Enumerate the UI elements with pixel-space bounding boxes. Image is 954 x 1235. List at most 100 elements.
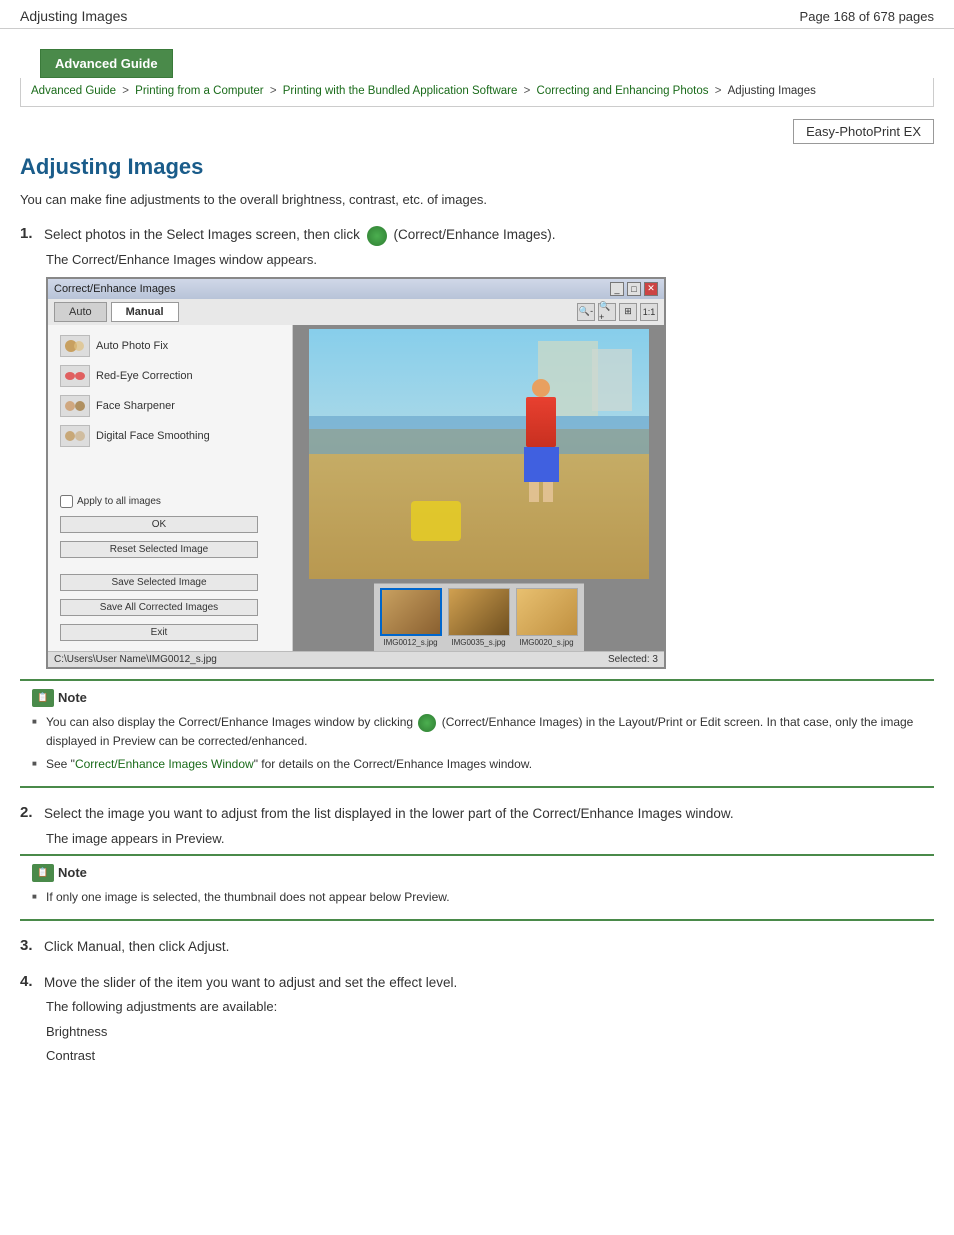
step-1-text: Select photos in the Select Images scree… (44, 225, 556, 245)
win-fit-button[interactable]: ⊞ (619, 303, 637, 321)
win-thumb-1[interactable]: IMG0012_s.jpg (380, 588, 442, 647)
breadcrumb-link-advanced-guide[interactable]: Advanced Guide (31, 85, 116, 97)
win-menu-red-eye[interactable]: Red-Eye Correction (54, 361, 286, 391)
win-maximize-button[interactable]: □ (627, 282, 641, 296)
note-1-item-2: See "Correct/Enhance Images Window" for … (32, 755, 922, 774)
win-apply-all-checkbox-row: Apply to all images (54, 491, 286, 512)
correct-enhance-icon-note (418, 714, 436, 732)
win-save-selected-button[interactable]: Save Selected Image (60, 574, 258, 591)
win-close-button[interactable]: ✕ (644, 282, 658, 296)
win-statusbar: C:\Users\User Name\IMG0012_s.jpg Selecte… (48, 651, 664, 667)
win-menu-auto-photo-fix[interactable]: Auto Photo Fix (54, 331, 286, 361)
win-title: Correct/Enhance Images (54, 283, 176, 295)
win-left-panel: Auto Photo Fix Red-Eye Correction Face S… (48, 325, 293, 651)
step-2-text: Select the image you want to adjust from… (44, 804, 734, 824)
breadcrumb-link-bundled-software[interactable]: Printing with the Bundled Application So… (283, 85, 518, 97)
red-eye-label: Red-Eye Correction (96, 370, 193, 382)
win-exit-button[interactable]: Exit (60, 624, 258, 641)
win-tab-manual[interactable]: Manual (111, 302, 179, 322)
win-preview-area (293, 325, 664, 583)
apply-all-checkbox[interactable] (60, 495, 73, 508)
face-smoothing-label: Digital Face Smoothing (96, 430, 210, 442)
win-actual-size-button[interactable]: 1:1 (640, 303, 658, 321)
page-header: Adjusting Images Page 168 of 678 pages (0, 0, 954, 29)
win-save-all-row: Save All Corrected Images (54, 595, 286, 620)
auto-photo-fix-icon (60, 335, 90, 357)
win-body: Auto Photo Fix Red-Eye Correction Face S… (48, 325, 664, 651)
intro-text: You can make fine adjustments to the ove… (20, 192, 934, 207)
correct-enhance-window-link[interactable]: Correct/Enhance Images Window (75, 757, 254, 771)
breadcrumb-link-printing-computer[interactable]: Printing from a Computer (135, 85, 263, 97)
adjustments-list: Brightness Contrast (46, 1020, 934, 1067)
page-number: Page 168 of 678 pages (800, 9, 934, 24)
win-exit-row: Exit (54, 620, 286, 645)
win-save-all-button[interactable]: Save All Corrected Images (60, 599, 258, 616)
header-title: Adjusting Images (20, 8, 127, 24)
advanced-guide-banner: Advanced Guide (40, 49, 173, 78)
win-titlebar: Correct/Enhance Images _ □ ✕ (48, 279, 664, 299)
win-thumb-1-label: IMG0012_s.jpg (380, 638, 442, 647)
win-minimize-button[interactable]: _ (610, 282, 624, 296)
win-thumb-3-label: IMG0020_s.jpg (516, 638, 578, 647)
win-thumb-3[interactable]: IMG0020_s.jpg (516, 588, 578, 647)
epp-button-container: Easy-PhotoPrint EX (20, 119, 934, 144)
breadcrumb-current: Adjusting Images (728, 85, 816, 97)
step-2-num: 2. (20, 804, 40, 821)
note-2-item-1: If only one image is selected, the thumb… (32, 888, 922, 907)
step-4: 4. Move the slider of the item you want … (20, 973, 934, 1067)
step-4-num: 4. (20, 973, 40, 990)
breadcrumb: Advanced Guide > Printing from a Compute… (31, 82, 923, 100)
face-sharpener-icon (60, 395, 90, 417)
step-4-sub: The following adjustments are available: (46, 999, 934, 1014)
face-sharpener-label: Face Sharpener (96, 400, 175, 412)
breadcrumb-container: Advanced Guide > Printing from a Compute… (20, 78, 934, 107)
win-ok-button[interactable]: OK (60, 516, 258, 533)
step-2: 2. Select the image you want to adjust f… (20, 804, 934, 920)
screenshot-window: Correct/Enhance Images _ □ ✕ Auto Manual… (46, 277, 666, 669)
banner-label: Advanced Guide (55, 56, 158, 71)
adjustment-brightness: Brightness (46, 1020, 934, 1043)
win-reset-row: Reset Selected Image (54, 537, 286, 562)
win-tabs: Auto Manual (54, 302, 179, 322)
step-1: 1. Select photos in the Select Images sc… (20, 225, 934, 788)
win-controls: _ □ ✕ (610, 282, 658, 296)
step-3: 3. Click Manual, then click Adjust. (20, 937, 934, 957)
adjustment-contrast: Contrast (46, 1044, 934, 1067)
note-box-2: 📋 Note If only one image is selected, th… (20, 854, 934, 921)
win-zoom-out-button[interactable]: 🔍- (577, 303, 595, 321)
note-1-item-1: You can also display the Correct/Enhance… (32, 713, 922, 751)
note-box-1: 📋 Note You can also display the Correct/… (20, 679, 934, 789)
win-thumbnails: IMG0012_s.jpg IMG0035_s.jpg IMG0020_s.jp… (374, 583, 584, 651)
note-1-title: 📋 Note (32, 689, 922, 707)
breadcrumb-link-correcting[interactable]: Correcting and Enhancing Photos (537, 85, 709, 97)
page-main-title: Adjusting Images (20, 154, 934, 180)
win-menu-face-sharpener[interactable]: Face Sharpener (54, 391, 286, 421)
win-tab-auto[interactable]: Auto (54, 302, 107, 322)
win-preview-image (309, 329, 649, 579)
apply-all-label: Apply to all images (77, 496, 161, 507)
step-4-text: Move the slider of the item you want to … (44, 973, 457, 993)
win-save-selected-row: Save Selected Image (54, 570, 286, 595)
win-status-selected: Selected: 3 (608, 654, 658, 665)
step-1-num: 1. (20, 225, 40, 242)
face-smoothing-icon (60, 425, 90, 447)
auto-photo-fix-label: Auto Photo Fix (96, 340, 168, 352)
win-menu-face-smoothing[interactable]: Digital Face Smoothing (54, 421, 286, 451)
win-ok-row: OK (54, 512, 286, 537)
epp-button[interactable]: Easy-PhotoPrint EX (793, 119, 934, 144)
win-right-panel: IMG0012_s.jpg IMG0035_s.jpg IMG0020_s.jp… (293, 325, 664, 651)
preview-child-figure (519, 379, 564, 499)
red-eye-icon (60, 365, 90, 387)
win-thumb-2[interactable]: IMG0035_s.jpg (448, 588, 510, 647)
step-3-text: Click Manual, then click Adjust. (44, 937, 229, 957)
win-tools-right: 🔍- 🔍+ ⊞ 1:1 (577, 303, 658, 321)
step-2-sub: The image appears in Preview. (46, 831, 934, 846)
step-4-body: The following adjustments are available:… (46, 999, 934, 1067)
win-status-path: C:\Users\User Name\IMG0012_s.jpg (54, 654, 217, 665)
win-zoom-in-button[interactable]: 🔍+ (598, 303, 616, 321)
win-reset-button[interactable]: Reset Selected Image (60, 541, 258, 558)
win-toolbar: Auto Manual 🔍- 🔍+ ⊞ 1:1 (48, 299, 664, 325)
note-icon-2: 📋 (32, 864, 54, 882)
note-icon-1: 📋 (32, 689, 54, 707)
step-1-sub: The Correct/Enhance Images window appear… (46, 252, 934, 267)
